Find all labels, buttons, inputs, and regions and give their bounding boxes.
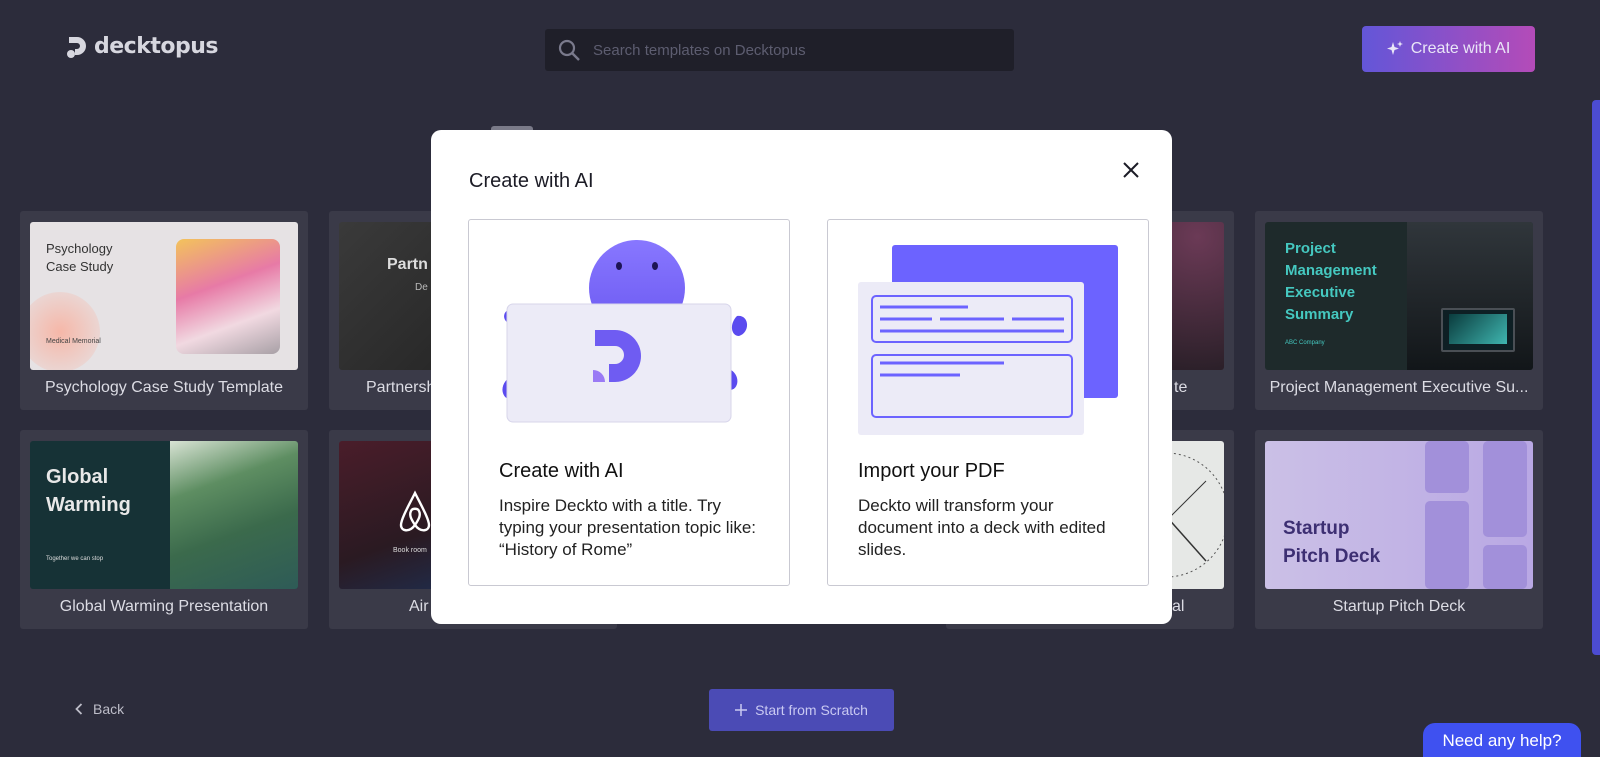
create-with-ai-label: Create with AI <box>1410 40 1511 57</box>
template-label: Startup Pitch Deck <box>1332 598 1466 615</box>
thumb-image <box>170 441 298 589</box>
option-title: Import your PDF <box>858 460 1005 482</box>
create-with-ai-button[interactable]: Create with AI <box>1362 26 1535 72</box>
plus-icon <box>735 704 748 716</box>
template-thumbnail: Project Management Executive Summary ABC… <box>1265 222 1533 370</box>
thumb-title: Global <box>46 466 109 488</box>
decktopus-logo-icon <box>67 36 86 58</box>
need-help-button[interactable]: Need any help? <box>1423 723 1581 757</box>
modal-title: Create with AI <box>469 170 594 192</box>
thumb-title: Warming <box>46 494 131 516</box>
template-thumbnail: Global Warming Together we can stop <box>30 441 298 589</box>
thumb-image <box>1407 222 1533 370</box>
thumb-title: Partn <box>387 256 428 273</box>
phone-mockup <box>1425 501 1469 589</box>
template-label: Global Warming Presentation <box>59 598 269 615</box>
thumb-subtitle: De <box>415 282 428 293</box>
thumb-title: Project <box>1285 240 1336 257</box>
template-card[interactable]: Global Warming Together we can stop Glob… <box>20 430 308 629</box>
need-help-label: Need any help? <box>1442 731 1562 750</box>
pdf-import-illustration <box>858 245 1118 435</box>
search-input[interactable]: Search templates on Decktopus <box>545 29 1014 71</box>
scrollbar[interactable] <box>1592 100 1600 655</box>
close-icon[interactable] <box>1119 158 1143 182</box>
back-label: Back <box>93 701 125 717</box>
thumb-title: Executive <box>1285 284 1356 301</box>
thumb-title: Pitch Deck <box>1283 546 1381 567</box>
start-from-scratch-button[interactable]: Start from Scratch <box>709 689 894 731</box>
logo-text: decktopus <box>94 34 218 59</box>
phone-mockup <box>1425 441 1469 493</box>
thumb-subtitle: Book room <box>393 547 427 554</box>
thumb-title: Management <box>1285 262 1377 279</box>
option-description: Inspire Deckto with a title. Try typing … <box>499 496 757 559</box>
thumb-title: Psychology <box>46 241 113 256</box>
deckto-mascot-illustration <box>502 240 748 423</box>
template-thumbnail: Startup Pitch Deck <box>1265 441 1533 589</box>
template-card[interactable]: Startup Pitch Deck Startup Pitch Deck <box>1255 430 1543 629</box>
thumb-title: Summary <box>1285 306 1354 323</box>
decktopus-logo[interactable]: decktopus <box>66 34 218 59</box>
option-title: Create with AI <box>499 460 624 482</box>
search-placeholder: Search templates on Decktopus <box>593 41 806 59</box>
thumb-image <box>176 239 280 354</box>
thumb-title: Startup <box>1283 518 1350 539</box>
back-button[interactable]: Back <box>75 701 124 717</box>
sparkle-icon <box>1386 41 1403 55</box>
import-pdf-option[interactable]: Import your PDF Deckto will transform yo… <box>827 219 1149 586</box>
template-label: Psychology Case Study Template <box>44 379 284 396</box>
phone-mockup <box>1483 441 1527 537</box>
thumb-title: Case Study <box>46 259 114 274</box>
start-from-scratch-label: Start from Scratch <box>755 702 868 718</box>
thumb-subtitle: ABC Company <box>1285 340 1325 346</box>
phone-mockup <box>1483 545 1527 589</box>
airbnb-logo-icon <box>399 490 431 532</box>
chevron-left-icon <box>75 703 83 715</box>
create-with-ai-modal: Create with AI Create with AI Inspire De… <box>431 130 1172 624</box>
option-description: Deckto will transform your document into… <box>858 496 1106 559</box>
template-card[interactable]: Project Management Executive Summary ABC… <box>1255 211 1543 410</box>
thumb-subtitle: Together we can stop <box>46 556 104 562</box>
template-card[interactable]: Psychology Case Study Medical Memorial P… <box>20 211 308 410</box>
template-thumbnail: Psychology Case Study Medical Memorial <box>30 222 298 370</box>
decor-blob <box>30 292 100 370</box>
create-with-ai-option[interactable]: Create with AI Inspire Deckto with a tit… <box>468 219 790 586</box>
search-icon <box>558 39 580 61</box>
template-label: Project Management Executive Su... <box>1269 379 1529 396</box>
thumb-subtitle: Medical Memorial <box>46 338 101 345</box>
